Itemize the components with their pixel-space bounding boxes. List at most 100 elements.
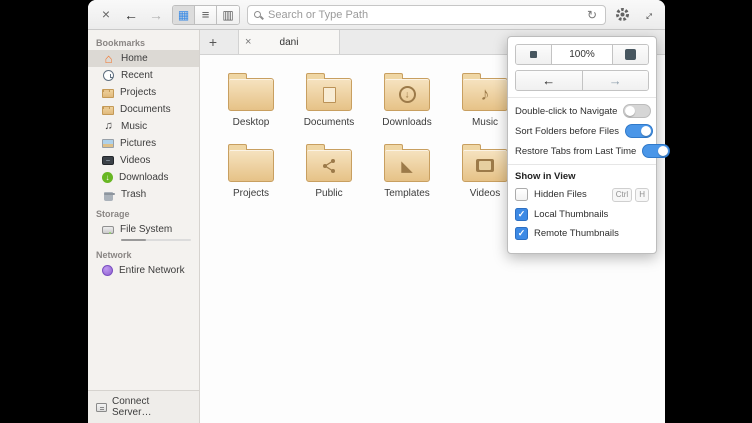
local-thumbnails-checkbox[interactable] [515,207,528,221]
file-manager-window: Bookmarks Home Recent Projects Documents… [88,0,671,423]
sidebar-item-trash[interactable]: Trash [88,186,199,203]
view-switcher [172,4,240,25]
music-note-icon [102,120,115,133]
menu-item-sort-folders-first[interactable]: Sort Folders before Files [515,124,654,138]
sidebar-item-music[interactable]: Music [88,118,199,135]
tab-label: dani [279,36,299,48]
toggle-knob [641,126,652,136]
back-arrow-icon [124,7,138,23]
separator [508,97,656,98]
menu-item-remote-thumbnails[interactable]: Remote Thumbnails [515,226,649,240]
sidebar-item-file-system[interactable]: File System [88,221,199,238]
refresh-button[interactable] [585,6,599,24]
menu-item-hidden-files[interactable]: Hidden Files Ctrl H [515,188,649,202]
forward-button[interactable] [147,6,165,24]
close-icon [102,7,110,22]
show-in-view-header: Show in View [515,171,576,182]
connect-server-button[interactable]: Connect Server… [88,390,199,423]
connect-server-label: Connect Server… [112,396,152,418]
zoom-out-button[interactable] [516,45,552,64]
shortcut-badges: Ctrl H [611,188,649,202]
sidebar-item-pictures[interactable]: Pictures [88,135,199,152]
settings-menu-button[interactable] [613,6,631,24]
templates-folder-icon [384,144,430,182]
search-icon [254,11,261,18]
sidebar-item-videos[interactable]: Videos [88,152,199,169]
hidden-files-checkbox[interactable] [515,188,528,202]
harddrive-icon [102,225,114,234]
home-icon [102,52,115,65]
new-tab-button[interactable] [200,30,226,54]
sort-folders-first-toggle[interactable] [625,124,654,138]
network-globe-icon [102,265,113,276]
redo-button[interactable] [582,71,648,90]
music-glyph-icon [463,79,507,110]
refresh-icon [587,7,597,22]
folder-projects[interactable]: Projects [212,142,290,199]
film-icon [102,156,114,165]
sidebar-item-recent[interactable]: Recent [88,67,199,84]
tab-dani[interactable]: dani [238,30,340,54]
fullscreen-button[interactable] [638,6,656,24]
disk-usage-bar [121,239,191,241]
photo-icon [102,139,114,148]
sidebar-item-entire-network[interactable]: Entire Network [88,262,199,279]
menu-item-double-click-navigate[interactable]: Double-click to Navigate [515,104,652,118]
menu-item-local-thumbnails[interactable]: Local Thumbnails [515,207,649,221]
window-close-button[interactable] [97,6,115,24]
folder-documents[interactable]: Documents [290,71,368,128]
undo-arrow-icon [542,73,555,88]
desktop-folder-icon [228,73,274,111]
zoom-controls: 100% [515,44,649,65]
sidebar-header-storage: Storage [96,209,130,219]
back-button[interactable] [122,6,140,24]
search-input[interactable] [266,7,580,22]
sidebar-item-documents[interactable]: Documents [88,101,199,118]
folder-icon [102,106,114,115]
sidebar: Bookmarks Home Recent Projects Documents… [88,30,200,423]
folder-desktop[interactable]: Desktop [212,71,290,128]
expand-icon [641,7,654,22]
documents-folder-icon [306,73,352,111]
toggle-knob [658,146,669,156]
downloads-folder-icon [384,73,430,111]
folder-downloads[interactable]: Downloads [368,71,446,128]
zoom-level: 100% [552,45,612,64]
sidebar-item-projects[interactable]: Projects [88,84,199,101]
share-icon [323,158,335,173]
column-view-icon [222,7,233,22]
music-folder-icon [462,73,508,111]
column-view-button[interactable] [217,5,239,24]
gear-icon [615,8,629,21]
sidebar-header-bookmarks: Bookmarks [96,38,146,48]
zoom-out-icon [530,51,537,58]
list-view-icon [202,7,210,22]
folder-templates[interactable]: Templates [368,142,446,199]
menu-item-restore-tabs[interactable]: Restore Tabs from Last Time [515,144,671,158]
grid-view-icon [178,7,189,22]
h-key-badge: H [635,188,649,202]
restore-tabs-toggle[interactable] [642,144,671,158]
settings-popover: 100% Double-click to Navigate Sort Folde… [507,36,671,254]
video-glyph-icon [476,159,494,172]
list-view-button[interactable] [195,5,217,24]
sidebar-item-downloads[interactable]: Downloads [88,169,199,186]
toggle-knob [625,106,636,116]
zoom-in-button[interactable] [612,45,648,64]
folder-public[interactable]: Public [290,142,368,199]
grid-view-button[interactable] [173,5,195,24]
videos-folder-icon [462,144,508,182]
double-click-navigate-toggle[interactable] [623,104,652,118]
folder-icon [102,89,114,98]
templates-glyph-icon [385,150,429,181]
search-bar[interactable] [247,4,606,25]
undo-button[interactable] [516,71,583,90]
tab-close-icon[interactable] [245,37,257,48]
remote-thumbnails-checkbox[interactable] [515,226,528,240]
sidebar-item-home[interactable]: Home [88,50,199,67]
server-icon [96,402,107,412]
trash-icon [104,191,115,201]
toolbar [88,0,665,30]
forward-arrow-icon [149,7,163,23]
clock-icon [103,70,114,81]
